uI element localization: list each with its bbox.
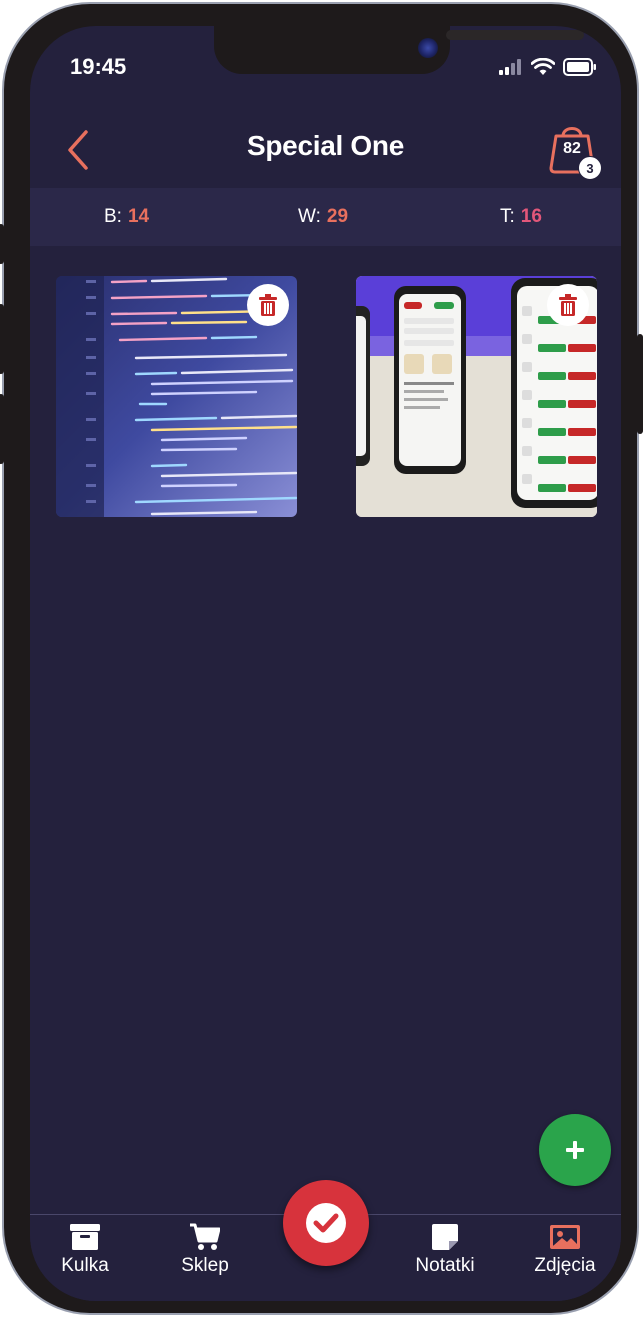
stats-strip: B: 14 W: 29 T: 16 (30, 188, 621, 246)
code-screenshot-photo[interactable] (56, 276, 297, 517)
archive-box-icon (70, 1224, 100, 1250)
stat-t: T: 16 (500, 206, 542, 228)
tab-notatki-label: Notatki (415, 1255, 475, 1276)
stat-b-label: B: (104, 206, 122, 227)
stat-b: B: 14 (104, 206, 149, 228)
confirm-button[interactable] (283, 1180, 369, 1266)
stat-w: W: 29 (298, 206, 348, 228)
tab-notatki[interactable]: Notatki (400, 1223, 490, 1277)
signal-icon (499, 59, 521, 75)
check-circle-icon (306, 1203, 346, 1243)
delete-photo-button[interactable] (547, 284, 589, 326)
tab-sklep-label: Sklep (181, 1255, 229, 1276)
power-button (637, 334, 643, 434)
plus-icon (566, 1141, 584, 1159)
tab-kulka[interactable]: Kulka (40, 1223, 130, 1277)
battery-icon (563, 58, 596, 76)
phone-frame: 19:45 Special One 82 3 B: 14 W: 29 T: 16… (0, 2, 643, 1315)
stat-w-value: 29 (326, 206, 349, 227)
trash-icon (259, 294, 277, 316)
status-icons (499, 58, 597, 76)
shopping-cart-icon (190, 1223, 220, 1250)
add-photo-button[interactable] (539, 1114, 611, 1186)
tab-zdjecia-label: Zdjęcia (534, 1255, 596, 1276)
tab-zdjecia[interactable]: Zdjęcia (520, 1223, 610, 1277)
image-icon (550, 1225, 580, 1249)
delete-photo-button[interactable] (247, 284, 289, 326)
status-time: 19:45 (70, 54, 127, 79)
stat-t-label: T: (500, 206, 515, 227)
mute-switch (0, 224, 4, 264)
front-camera (418, 38, 438, 58)
tab-sklep[interactable]: Sklep (160, 1223, 250, 1277)
phone-mockup-photo[interactable] (356, 276, 597, 517)
volume-down-button (0, 394, 4, 464)
page-title: Special One (247, 130, 404, 161)
wifi-icon (531, 58, 555, 75)
trash-icon (559, 294, 577, 316)
shopping-bag-button[interactable]: 82 3 (548, 122, 602, 180)
stat-t-value: 16 (520, 206, 542, 227)
speaker-grille (446, 30, 584, 40)
app-header: Special One 82 3 (30, 116, 621, 186)
tab-kulka-label: Kulka (61, 1255, 109, 1276)
bag-badge: 3 (578, 156, 602, 180)
notch (214, 26, 584, 74)
stat-b-value: 14 (127, 206, 150, 227)
stat-w-label: W: (298, 206, 321, 227)
volume-up-button (0, 304, 4, 374)
app-screen: 19:45 Special One 82 3 B: 14 W: 29 T: 16… (30, 26, 621, 1301)
sticky-note-icon (432, 1224, 458, 1250)
